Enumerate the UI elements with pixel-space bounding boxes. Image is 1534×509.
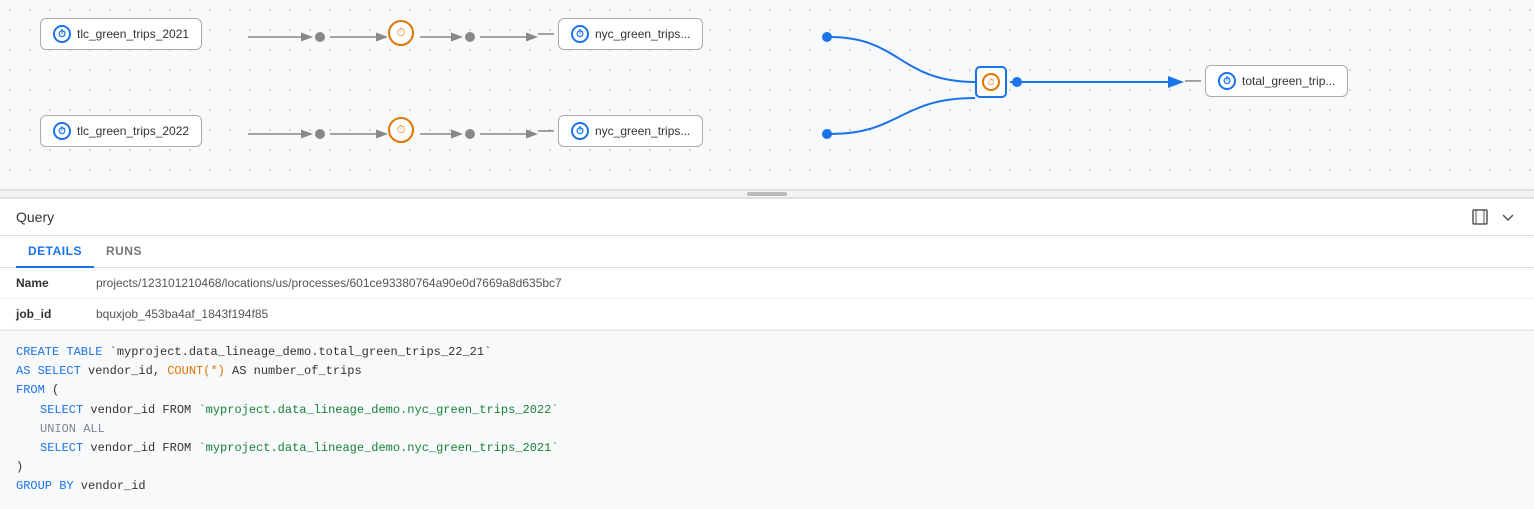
tab-runs[interactable]: RUNS (94, 236, 154, 268)
minus-sym-row1: — (538, 25, 554, 43)
details-row-name: Name projects/123101210468/locations/us/… (0, 268, 1534, 299)
code-line-3: FROM ( (16, 381, 1518, 400)
tabs-container: DETAILS RUNS (0, 236, 1534, 268)
code-line-1: CREATE TABLE `myproject.data_lineage_dem… (16, 343, 1518, 362)
node-label-tlc2022: tlc_green_trips_2022 (77, 124, 189, 138)
blue-dot-row1 (822, 32, 832, 42)
code-line-6: SELECT vendor_id FROM `myproject.data_li… (16, 439, 1518, 458)
code-line-7: ) (16, 458, 1518, 477)
node-tlc2021[interactable]: ⏱ tlc_green_trips_2021 (40, 18, 202, 50)
name-value: projects/123101210468/locations/us/proce… (80, 268, 1534, 299)
code-line-2: AS SELECT vendor_id, COUNT(*) AS number_… (16, 362, 1518, 381)
query-header-icons (1470, 207, 1518, 227)
total-node[interactable]: ⏱ total_green_trip... (1205, 65, 1348, 97)
inner-node-nyc2021[interactable]: ⏱ nyc_green_trips... (558, 18, 703, 50)
tab-details[interactable]: DETAILS (16, 236, 94, 268)
minus-sym-row2: — (538, 122, 554, 140)
code-kw-select1: SELECT (40, 403, 83, 417)
query-panel: Query DETAILS RUNS Name (0, 198, 1534, 509)
name-label: Name (0, 268, 80, 299)
minus-node-row1[interactable]: — ⏱ nyc_green_trips... (538, 18, 703, 50)
code-kw-select2: SELECT (40, 441, 83, 455)
node-tlc2022[interactable]: ⏱ tlc_green_trips_2022 (40, 115, 202, 147)
dot-2-row2 (465, 129, 475, 139)
code-line-8: GROUP BY vendor_id (16, 477, 1518, 496)
dag-canvas: ⏱ tlc_green_trips_2021 ⏱ — ⏱ nyc_green_t… (0, 0, 1534, 190)
blue-dot-union (1012, 77, 1022, 87)
transform-node-row1[interactable]: ⏱ (388, 20, 414, 46)
dot-1-row1 (315, 32, 325, 42)
total-icon: ⏱ (1218, 72, 1236, 90)
query-title: Query (16, 209, 54, 225)
code-group-vendor: vendor_id (74, 479, 146, 493)
code-paren-open: ( (45, 383, 59, 397)
code-vendor-id: vendor_id, (81, 364, 160, 378)
query-header: Query (0, 199, 1534, 236)
expand-icon-btn[interactable] (1470, 207, 1490, 227)
nyc2021-icon: ⏱ (571, 25, 589, 43)
collapse-icon (1500, 209, 1516, 225)
nyc2021-label: nyc_green_trips... (595, 27, 690, 41)
code-panel: CREATE TABLE `myproject.data_lineage_dem… (0, 330, 1534, 509)
code-count: COUNT(*) (167, 364, 225, 378)
total-node-container[interactable]: — ⏱ total_green_trip... (1185, 65, 1348, 97)
inner-node-nyc2022[interactable]: ⏱ nyc_green_trips... (558, 115, 703, 147)
code-union-all: UNION ALL (40, 422, 105, 436)
code-paren-close: ) (16, 460, 23, 474)
nyc2022-icon: ⏱ (571, 122, 589, 140)
union-node[interactable]: ⏱ (975, 66, 1007, 98)
transform-node-row2[interactable]: ⏱ (388, 117, 414, 143)
code-kw-create: CREATE TABLE (16, 345, 102, 359)
code-kw-from: FROM (16, 383, 45, 397)
code-line-4: SELECT vendor_id FROM `myproject.data_li… (16, 401, 1518, 420)
minus-sym-total: — (1185, 72, 1201, 90)
dot-1-row2 (315, 129, 325, 139)
expand-icon (1472, 209, 1488, 225)
code-line-5: UNION ALL (16, 420, 1518, 439)
collapse-icon-btn[interactable] (1498, 207, 1518, 227)
divider-handle[interactable] (747, 192, 787, 196)
jobid-value: bquxjob_453ba4af_1843f194f85 (80, 299, 1534, 330)
code-tbl-2022: `myproject.data_lineage_demo.nyc_green_t… (191, 403, 558, 417)
code-vendor-from: vendor_id FROM (83, 403, 191, 417)
code-as-num: AS number_of_trips (225, 364, 362, 378)
dot-2-row1 (465, 32, 475, 42)
minus-node-row2[interactable]: — ⏱ nyc_green_trips... (538, 115, 703, 147)
node-label-tlc2021: tlc_green_trips_2021 (77, 27, 189, 41)
nyc2022-label: nyc_green_trips... (595, 124, 690, 138)
total-label: total_green_trip... (1242, 74, 1335, 88)
code-vendor-from2: vendor_id FROM (83, 441, 191, 455)
blue-dot-row2 (822, 129, 832, 139)
jobid-label: job_id (0, 299, 80, 330)
code-kw-as-select: AS SELECT (16, 364, 81, 378)
details-table: Name projects/123101210468/locations/us/… (0, 268, 1534, 330)
code-kw-group-by: GROUP BY (16, 479, 74, 493)
code-tbl-2021: `myproject.data_lineage_demo.nyc_green_t… (191, 441, 558, 455)
details-row-jobid: job_id bquxjob_453ba4af_1843f194f85 (0, 299, 1534, 330)
node-icon-tlc2022: ⏱ (53, 122, 71, 140)
node-icon-tlc2021: ⏱ (53, 25, 71, 43)
code-tbl-name: `myproject.data_lineage_demo.total_green… (102, 345, 491, 359)
union-inner-icon: ⏱ (982, 73, 1000, 91)
panel-divider (0, 190, 1534, 198)
